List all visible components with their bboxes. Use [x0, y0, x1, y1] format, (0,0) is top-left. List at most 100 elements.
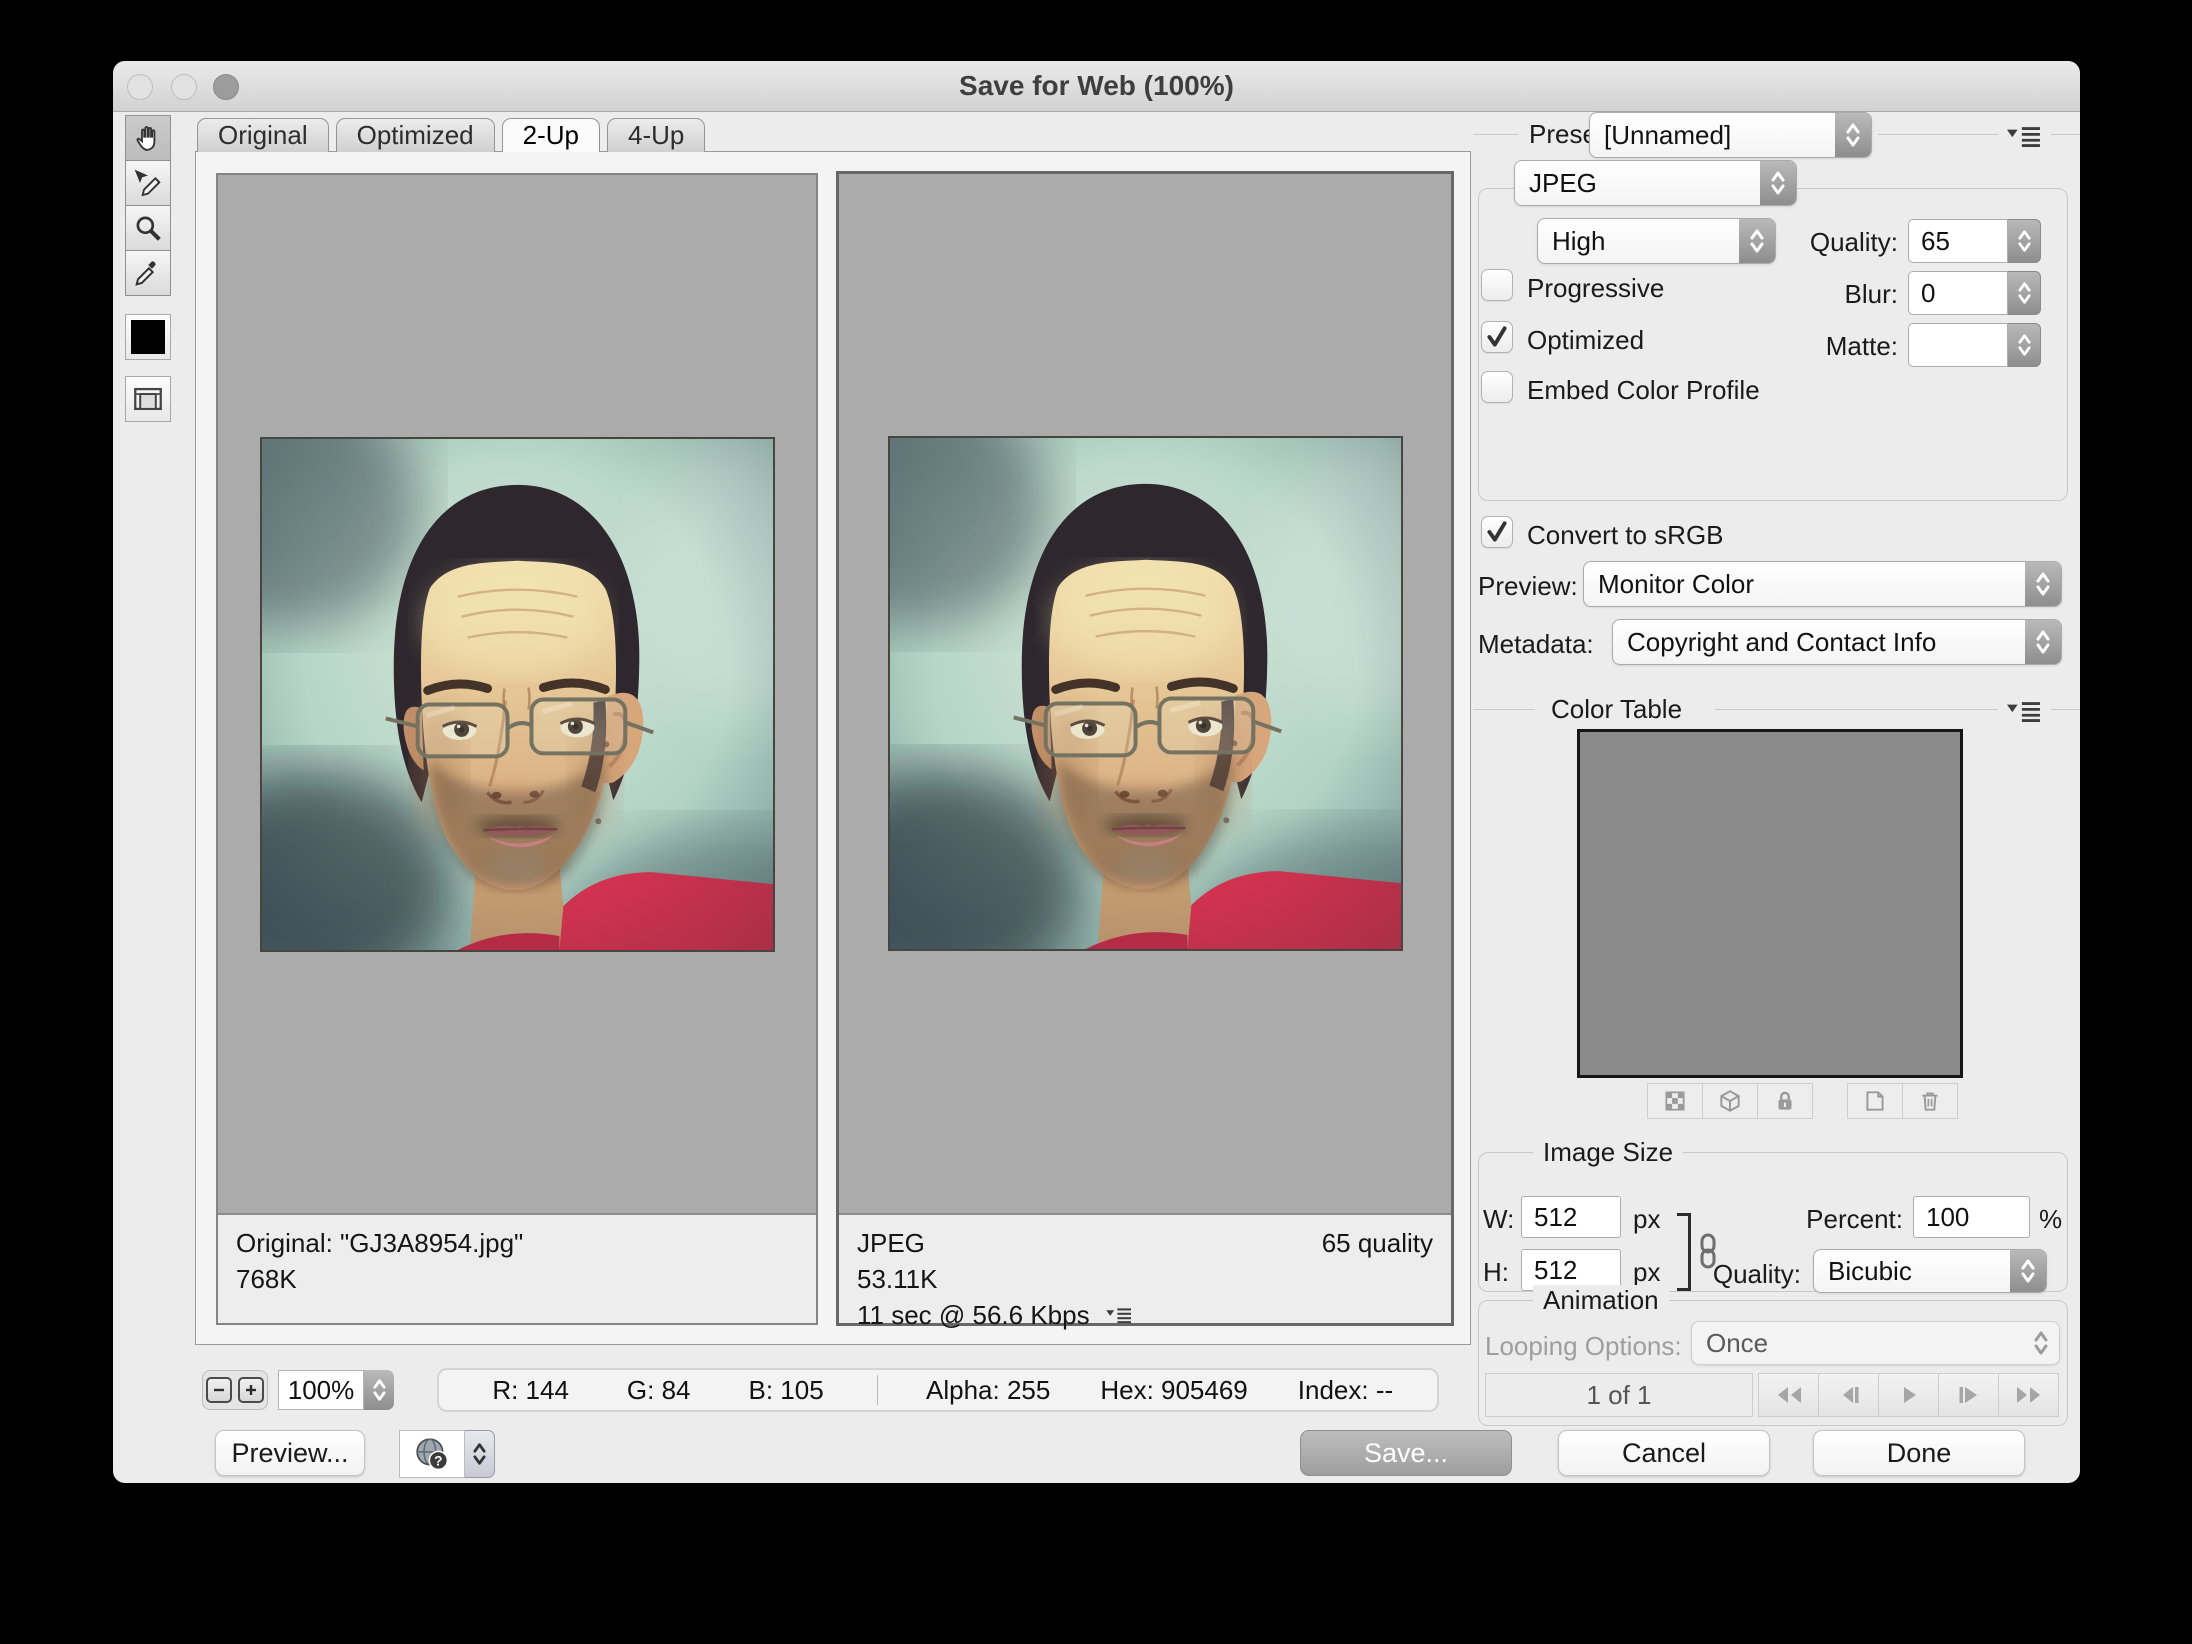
save-button-label: Save...	[1364, 1438, 1448, 1469]
quality-stepper[interactable]: 65	[1908, 219, 2041, 263]
green-readout: G: 84	[627, 1375, 691, 1406]
tab-4-up[interactable]: 4-Up	[607, 118, 705, 152]
matte-stepper[interactable]	[1908, 323, 2041, 367]
percent-value: 100	[1926, 1202, 1969, 1233]
compression-value: High	[1538, 219, 1739, 263]
preset-popup[interactable]: [Unnamed]	[1589, 112, 1872, 158]
preview-popup-label: Preview:	[1478, 571, 1578, 602]
chevron-updown-icon	[2010, 1250, 2046, 1292]
portrait-photo	[890, 438, 1401, 949]
preview-popup-value: Monitor Color	[1584, 562, 2025, 606]
resample-quality-popup[interactable]: Bicubic	[1813, 1249, 2047, 1293]
divider	[1473, 709, 1535, 710]
embed-color-profile-label: Embed Color Profile	[1527, 375, 1760, 406]
progressive-checkbox[interactable]	[1481, 269, 1513, 301]
cancel-button[interactable]: Cancel	[1558, 1430, 1770, 1476]
preview-in-browser-button[interactable]: Preview...	[215, 1430, 365, 1476]
percent-unit: %	[2039, 1204, 2062, 1235]
zoom-level-stepper[interactable]	[364, 1370, 394, 1410]
preset-value: [Unnamed]	[1590, 113, 1835, 157]
snap-to-web-palette-button[interactable]	[1647, 1083, 1703, 1119]
original-filename: Original: "GJ3A8954.jpg"	[236, 1225, 523, 1261]
done-button[interactable]: Done	[1813, 1430, 2025, 1476]
optimized-label: Optimized	[1527, 325, 1644, 356]
zoom-level-field[interactable]: 100%	[278, 1370, 364, 1410]
original-filesize: 768K	[236, 1261, 297, 1297]
lock-color-button[interactable]	[1757, 1083, 1813, 1119]
stepper-arrows-icon[interactable]	[2008, 271, 2041, 315]
stepper-arrows-icon[interactable]	[2008, 219, 2041, 263]
optimized-info-strip: JPEG 65 quality 53.11K 11 sec @ 56.6 Kbp…	[839, 1213, 1451, 1323]
stepper-arrows-icon	[372, 1377, 387, 1403]
trash-icon	[1917, 1088, 1943, 1114]
last-frame-button[interactable]	[1998, 1373, 2059, 1417]
optimized-preview-pane[interactable]: JPEG 65 quality 53.11K 11 sec @ 56.6 Kbp…	[836, 171, 1454, 1326]
original-preview-pane[interactable]: Original: "GJ3A8954.jpg" 768K	[216, 173, 818, 1325]
resample-quality-label: Quality:	[1701, 1259, 1801, 1290]
optimized-checkbox[interactable]	[1481, 321, 1513, 353]
hand-tool-button[interactable]	[125, 115, 171, 161]
frame-counter-value: 1 of 1	[1586, 1380, 1651, 1411]
metadata-popup-value: Copyright and Contact Info	[1613, 620, 2025, 664]
play-button[interactable]	[1878, 1373, 1939, 1417]
previous-frame-icon	[1834, 1385, 1864, 1405]
metadata-popup[interactable]: Copyright and Contact Info	[1612, 619, 2062, 665]
optimized-quality: 65 quality	[1322, 1225, 1433, 1261]
tab-original[interactable]: Original	[197, 118, 329, 152]
lock-icon	[1772, 1088, 1798, 1114]
previous-frame-button[interactable]	[1818, 1373, 1879, 1417]
percent-field[interactable]: 100	[1913, 1196, 2030, 1238]
color-table-menu-button[interactable]	[2001, 698, 2047, 724]
eyedropper-color-swatch[interactable]	[125, 314, 171, 360]
delete-color-button[interactable]	[1902, 1083, 1958, 1119]
blur-stepper[interactable]: 0	[1908, 271, 2041, 315]
wh-link-bracket	[1677, 1213, 1691, 1291]
height-label: H:	[1483, 1257, 1509, 1288]
chevron-updown-icon	[1760, 161, 1796, 205]
slices-visibility-icon	[131, 382, 165, 416]
tab-optimized[interactable]: Optimized	[336, 118, 495, 152]
preset-panel-menu-button[interactable]	[2001, 123, 2047, 149]
chevron-updown-icon	[2023, 1322, 2059, 1364]
settings-panel: Preset: [Unnamed] JPEG High Quality: 65 …	[1473, 61, 2080, 1483]
slice-select-tool-button[interactable]	[125, 160, 171, 206]
eyedropper-tool-button[interactable]	[125, 250, 171, 296]
convert-to-srgb-checkbox[interactable]	[1481, 516, 1513, 548]
web-shift-color-button[interactable]	[1702, 1083, 1758, 1119]
tab-2-up[interactable]: 2-Up	[502, 118, 600, 152]
format-popup[interactable]: JPEG	[1514, 160, 1797, 206]
stepper-arrows-icon	[472, 1441, 487, 1467]
looping-options-label: Looping Options:	[1485, 1331, 1682, 1362]
red-readout: R: 144	[492, 1375, 569, 1406]
next-frame-button[interactable]	[1938, 1373, 1999, 1417]
quality-label: Quality:	[1773, 227, 1898, 258]
new-color-button[interactable]	[1847, 1083, 1903, 1119]
zoom-tool-button[interactable]	[125, 205, 171, 251]
looping-options-popup[interactable]: Once	[1691, 1321, 2060, 1365]
frame-counter: 1 of 1	[1485, 1373, 1753, 1417]
checkerboard-icon	[1662, 1088, 1688, 1114]
color-table-swatch-area[interactable]	[1577, 729, 1963, 1078]
save-button[interactable]: Save...	[1300, 1430, 1512, 1476]
preview-container: Original: "GJ3A8954.jpg" 768K JPEG 65 qu…	[195, 151, 1471, 1345]
optimized-canvas[interactable]	[839, 174, 1451, 1213]
original-info-strip: Original: "GJ3A8954.jpg" 768K	[218, 1213, 816, 1323]
zoom-in-button[interactable]	[238, 1377, 264, 1403]
stepper-arrows-icon[interactable]	[2008, 323, 2041, 367]
panel-menu-icon	[2007, 125, 2041, 147]
original-canvas[interactable]	[218, 175, 816, 1213]
percent-label: Percent:	[1793, 1204, 1903, 1235]
embed-color-profile-checkbox[interactable]	[1481, 371, 1513, 403]
toggle-slices-visibility-button[interactable]	[125, 376, 171, 422]
browser-preview-stepper[interactable]	[465, 1430, 495, 1478]
zoom-out-button[interactable]	[206, 1377, 232, 1403]
compression-quality-popup[interactable]: High	[1537, 218, 1776, 264]
first-frame-button[interactable]	[1758, 1373, 1819, 1417]
preview-button-label: Preview...	[231, 1438, 348, 1469]
download-speed-menu-icon[interactable]	[1106, 1307, 1132, 1323]
width-field[interactable]: 512	[1521, 1196, 1621, 1238]
preview-popup[interactable]: Monitor Color	[1583, 561, 2062, 607]
divider	[1715, 709, 1998, 710]
browser-preview-selector[interactable]: ?	[399, 1430, 465, 1478]
blur-value: 0	[1908, 271, 2008, 315]
